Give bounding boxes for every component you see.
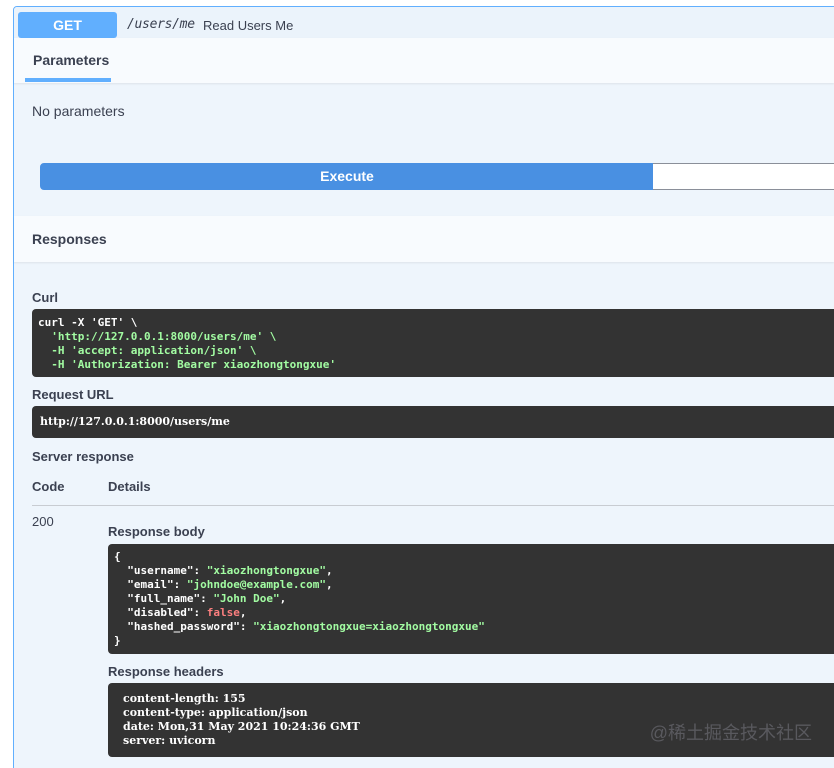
column-code: Code: [32, 479, 65, 494]
column-details: Details: [108, 479, 151, 494]
body-disabled: false: [206, 606, 240, 619]
body-username: xiaozhongtongxue: [213, 564, 320, 577]
response-body-label: Response body: [108, 524, 205, 539]
header-date: date: Mon,31 May 2021 10:24:36 GMT: [123, 720, 360, 733]
request-url-label: Request URL: [32, 387, 114, 402]
server-response-label: Server response: [32, 449, 134, 464]
curl-line-3: -H 'accept: application/json' \: [38, 344, 257, 357]
execute-wrapper: Execute: [40, 163, 834, 190]
response-table-header: Code Details: [32, 479, 834, 506]
response-headers-label: Response headers: [108, 664, 224, 679]
curl-line-2: 'http://127.0.0.1:8000/users/me' \: [38, 330, 277, 343]
curl-line-1: curl -X 'GET' \: [38, 316, 138, 329]
status-code: 200: [32, 514, 54, 529]
header-content-length: content-length: 155: [123, 692, 246, 705]
tab-parameters[interactable]: Parameters: [33, 52, 109, 68]
method-badge: GET: [18, 12, 117, 38]
watermark: @稀土掘金技术社区: [649, 723, 812, 743]
header-server: server: uvicorn: [123, 734, 216, 747]
request-url-block[interactable]: http://127.0.0.1:8000/users/me: [32, 406, 834, 438]
curl-label: Curl: [32, 290, 58, 305]
parameters-header: Parameters: [14, 38, 834, 83]
execute-button[interactable]: Execute: [40, 163, 654, 190]
tab-active-indicator: [25, 78, 111, 82]
no-parameters-text: No parameters: [32, 103, 125, 119]
request-url-value: http://127.0.0.1:8000/users/me: [40, 415, 230, 428]
body-email: johndoe@example.com: [193, 578, 320, 591]
body-full-name: John Doe: [219, 592, 273, 605]
response-body-block[interactable]: { "username": "xiaozhongtongxue", "email…: [108, 544, 834, 654]
responses-header: Responses: [14, 216, 834, 262]
curl-line-4: -H 'Authorization: Bearer xiaozhongtongx…: [38, 358, 337, 371]
operation-description: Read Users Me: [203, 18, 294, 33]
curl-code-block[interactable]: curl -X 'GET' \ 'http://127.0.0.1:8000/u…: [32, 309, 834, 377]
body-hashed-password: xiaozhongtongxue=xiaozhongtongxue: [259, 620, 479, 633]
header-content-type: content-type: application/json: [123, 706, 308, 719]
clear-button[interactable]: [653, 163, 834, 190]
responses-title: Responses: [32, 231, 107, 247]
operation-path: /users/me: [127, 17, 195, 32]
